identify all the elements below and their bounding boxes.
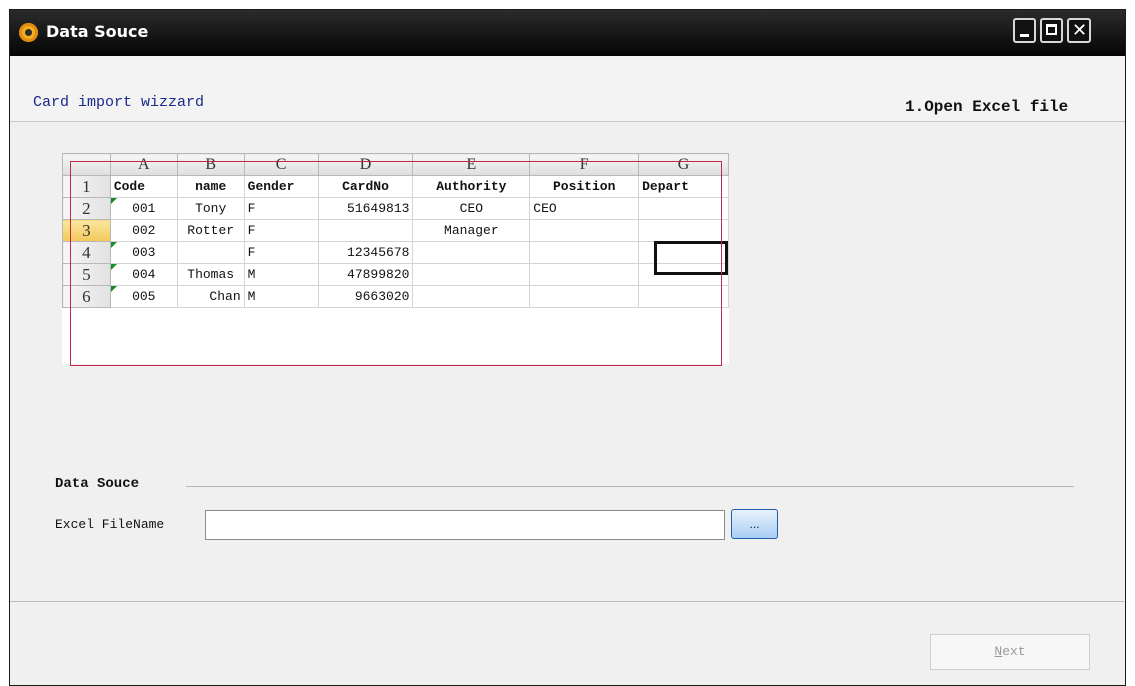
title-bar[interactable]: Data Souce ✕ xyxy=(10,10,1125,56)
app-icon xyxy=(19,23,38,42)
close-button[interactable]: ✕ xyxy=(1067,18,1091,43)
section-divider xyxy=(186,486,1074,487)
footer-divider xyxy=(10,601,1124,602)
data-source-section-label: Data Souce xyxy=(55,476,140,492)
wizard-header: Card import wizzard 1.Open Excel file xyxy=(10,56,1125,122)
excel-filename-label: Excel FileName xyxy=(55,517,165,532)
close-icon: ✕ xyxy=(1072,20,1088,41)
step-title: 1.Open Excel file xyxy=(905,98,1069,116)
next-button[interactable]: Next xyxy=(930,634,1090,670)
excel-filename-input[interactable] xyxy=(205,510,725,540)
wizard-title: Card import wizzard xyxy=(33,94,205,111)
maximize-button[interactable] xyxy=(1040,18,1063,43)
minimize-icon xyxy=(1020,34,1029,37)
next-button-label: ext xyxy=(1002,644,1026,659)
maximize-icon xyxy=(1046,24,1057,35)
import-range-highlight xyxy=(70,161,722,366)
browse-button[interactable]: ... xyxy=(731,509,778,539)
minimize-button[interactable] xyxy=(1013,18,1036,43)
window-title: Data Souce xyxy=(46,22,149,41)
